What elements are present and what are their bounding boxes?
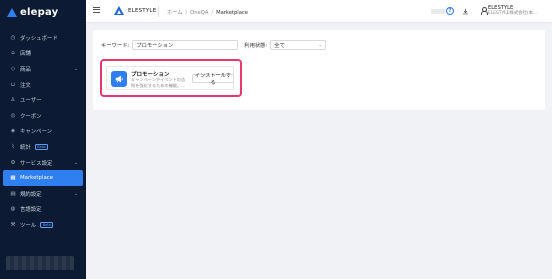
sidebar-item[interactable]: ◷ ダッシュボード xyxy=(0,30,86,46)
app-name: ELESTYLE xyxy=(128,7,157,14)
beta-badge: Beta xyxy=(34,143,48,151)
marketplace-panel: キーワード: 利用状態: 全て ⌄ プロモーション キャンペーンやイベントの告知… xyxy=(93,30,545,110)
sidebar-item-label: 注文 xyxy=(20,82,31,89)
breadcrumb-home[interactable]: ホーム xyxy=(167,10,182,16)
cart-icon: ⊔ xyxy=(10,81,16,88)
sidebar-item[interactable]: ◈ キャンペーン xyxy=(0,124,86,140)
help-icon[interactable]: ? xyxy=(446,7,454,15)
chevron-down-icon: ⌄ xyxy=(318,42,323,48)
sidebar-nav: ◷ ダッシュボード ⌂ 店舗 ◇ 商品 ⌄ ⊔ 注文 ♙ ユーザー ◎ クーポン ◈ キャンペーン ⌇ 統計 Be… xyxy=(0,30,86,233)
header-blurred-item xyxy=(431,9,445,14)
sidebar-footer-blurred xyxy=(6,256,74,270)
app-switcher[interactable]: ELESTYLE xyxy=(114,6,156,15)
user-icon: ♙ xyxy=(10,97,16,104)
sidebar-item[interactable]: ⚒ ツール Beta xyxy=(0,217,86,233)
chevron-down-icon: ⌄ xyxy=(73,159,78,166)
coupon-icon: ◎ xyxy=(10,112,16,119)
sidebar-item-label: キャンペーン xyxy=(20,129,53,136)
keyword-label: キーワード: xyxy=(101,43,130,49)
sidebar-item-label: 規約設定 xyxy=(20,191,42,198)
gear-icon: ⚙ xyxy=(10,159,16,166)
install-button[interactable]: インストールする xyxy=(192,73,234,86)
app-description: キャンペーンやイベントの告知を強化するための機能。... xyxy=(131,77,186,88)
highlighted-app-card: プロモーション キャンペーンやイベントの告知を強化するための機能。... インス… xyxy=(100,59,242,97)
elestyle-logo-icon xyxy=(114,6,124,15)
sidebar-item-label: 統計 xyxy=(20,144,31,151)
breadcrumb-current: Marketplace xyxy=(216,10,248,16)
elepay-logo[interactable]: elepay xyxy=(7,6,58,18)
store-icon: ⌂ xyxy=(11,50,15,57)
download-icon[interactable] xyxy=(461,7,469,15)
menu-toggle-icon[interactable] xyxy=(93,7,100,14)
clock-icon: ◷ xyxy=(10,34,16,41)
wrench-icon: ⚒ xyxy=(10,221,16,228)
megaphone-icon xyxy=(111,71,127,87)
status-select[interactable]: 全て ⌄ xyxy=(270,40,327,50)
sidebar-item-label: Marketplace xyxy=(20,175,54,182)
breadcrumb-oneqa[interactable]: OneQA xyxy=(190,10,208,16)
sidebar-item[interactable]: ⌂ 店舗 xyxy=(0,46,86,62)
sidebar-item[interactable]: ⊔ 注文 xyxy=(0,77,86,93)
logo-text: elepay xyxy=(20,6,59,18)
sidebar-item[interactable]: ♙ ユーザー xyxy=(0,92,86,108)
chevron-down-icon: ⌄ xyxy=(73,190,78,197)
sidebar-item-label: サービス設定 xyxy=(20,160,53,167)
tag-icon: ◇ xyxy=(10,65,16,72)
sidebar-item-label: クーポン xyxy=(20,113,42,120)
chart-icon: ⌇ xyxy=(11,143,15,150)
sidebar-item-label: 店舗 xyxy=(20,51,31,58)
globe-icon: ◍ xyxy=(10,206,16,213)
document-icon: ▤ xyxy=(10,190,16,197)
status-label: 利用状態: xyxy=(244,43,268,49)
sidebar-item-label: ダッシュボード xyxy=(20,35,58,42)
grid-icon: ▦ xyxy=(10,175,16,182)
header-divider xyxy=(158,6,159,17)
sidebar-item[interactable]: ◎ クーポン xyxy=(0,108,86,124)
user-icon xyxy=(480,7,488,15)
sidebar-item-label: 言語設定 xyxy=(20,207,42,214)
status-value: 全て xyxy=(274,43,285,49)
sidebar-item-label: ユーザー xyxy=(20,98,42,105)
sidebar-item[interactable]: ◇ 商品 ⌄ xyxy=(0,61,86,77)
user-org: ELESTYLE株式会社(本... xyxy=(488,11,538,16)
elepay-logo-icon xyxy=(7,7,17,17)
sidebar-item[interactable]: ▤ 規約設定 ⌄ xyxy=(0,186,86,202)
sidebar-item[interactable]: ◍ 言語設定 xyxy=(0,202,86,218)
breadcrumb: ホーム / OneQA / Marketplace xyxy=(167,10,248,16)
chevron-down-icon: ⌄ xyxy=(73,66,78,73)
app-card-promotion[interactable]: プロモーション キャンペーンやイベントの告知を強化するための機能。... インス… xyxy=(106,66,234,90)
campaign-icon: ◈ xyxy=(10,128,16,135)
keyword-input[interactable] xyxy=(132,40,239,50)
sidebar-item-label: ツール xyxy=(20,222,37,229)
top-header: ELESTYLE ホーム / OneQA / Marketplace ? ELESTYL… xyxy=(86,0,552,23)
sidebar-item[interactable]: ⌇ 統計 Beta xyxy=(0,139,86,155)
beta-badge: Beta xyxy=(40,221,54,229)
user-menu[interactable]: ELESTYLE ELESTYLE株式会社(本... xyxy=(480,5,537,17)
filter-row: キーワード: 利用状態: 全て ⌄ xyxy=(101,40,327,50)
sidebar-item-label: 商品 xyxy=(20,66,31,73)
sidebar: elepay ◷ ダッシュボード ⌂ 店舗 ◇ 商品 ⌄ ⊔ 注文 ♙ ユーザー ◎ クーポン ◈ キャンペ… xyxy=(0,0,86,279)
sidebar-item[interactable]: ▦ Marketplace xyxy=(3,170,83,186)
sidebar-item[interactable]: ⚙ サービス設定 ⌄ xyxy=(0,155,86,171)
